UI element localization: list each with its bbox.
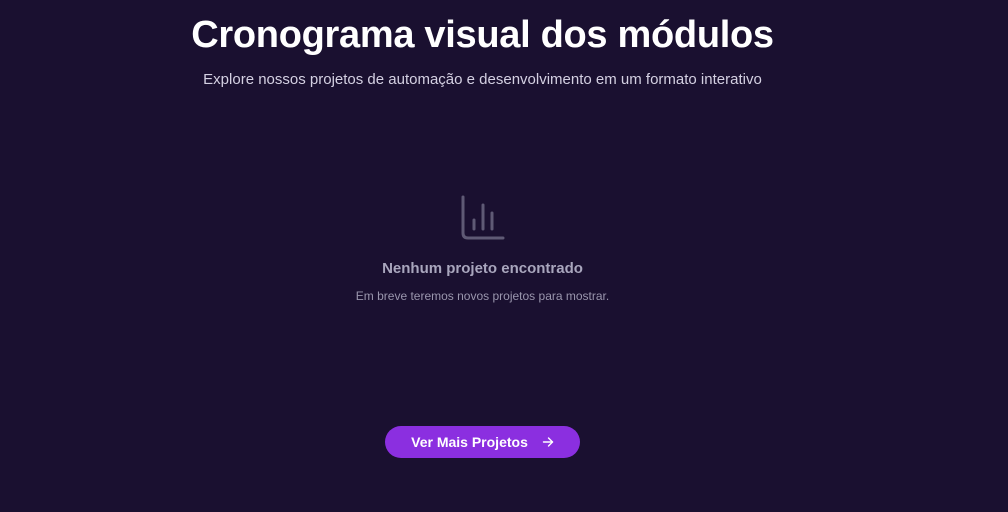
page-title: Cronograma visual dos módulos bbox=[191, 14, 774, 56]
empty-state-message: Em breve teremos novos projetos para mos… bbox=[355, 289, 610, 303]
empty-state: Nenhum projeto encontrado Em breve terem… bbox=[0, 195, 965, 304]
see-more-projects-button[interactable]: Ver Mais Projetos bbox=[385, 426, 580, 458]
arrow-right-icon bbox=[542, 437, 554, 447]
see-more-projects-label: Ver Mais Projetos bbox=[411, 434, 528, 450]
empty-state-title: Nenhum projeto encontrado bbox=[382, 260, 583, 277]
projects-section: Cronograma visual dos módulos Explore no… bbox=[0, 0, 1008, 512]
bar-chart-icon bbox=[461, 195, 504, 240]
page-subtitle: Explore nossos projetos de automação e d… bbox=[203, 71, 762, 88]
